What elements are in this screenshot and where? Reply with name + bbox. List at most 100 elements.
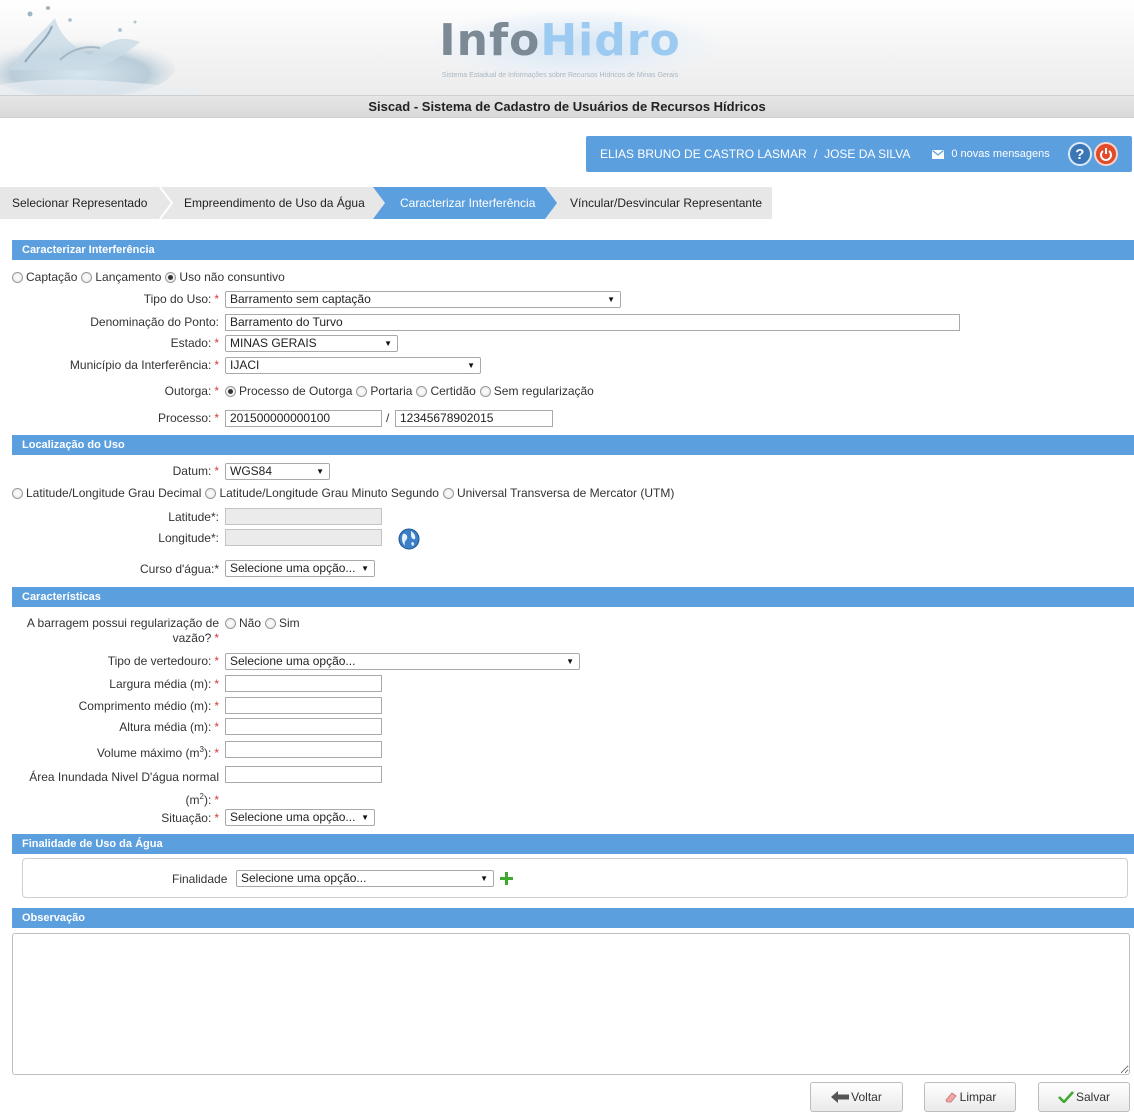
radio-processo-outorga[interactable] <box>225 385 236 397</box>
situacao-select[interactable]: Selecione uma opção... ▼ <box>225 809 375 826</box>
municipio-label: Município da Interferência: * <box>69 358 219 372</box>
comprimento-input[interactable] <box>225 697 382 714</box>
curso-dagua-select[interactable]: Selecione uma opção... ▼ <box>225 560 375 577</box>
limpar-button[interactable]: Limpar <box>924 1082 1016 1112</box>
arrow-left-icon <box>831 1091 850 1103</box>
eraser-icon <box>944 1091 958 1103</box>
tab-vincular-representante[interactable]: Víncular/Desvincular Representante <box>548 187 762 219</box>
outorga-group: Processo de Outorga Portaria Certidão Se… <box>225 384 598 398</box>
radio-utm[interactable] <box>442 487 454 499</box>
radio-grau-decimal[interactable] <box>12 487 23 499</box>
largura-label: Largura média (m): * <box>109 677 219 691</box>
radio-certidao[interactable] <box>416 385 428 397</box>
altura-label: Altura média (m): * <box>119 720 219 734</box>
radio-regularizacao-sim-label: Sim <box>279 616 300 630</box>
area-inundada-label: Área Inundada Nivel D'água normal (m2): * <box>29 770 219 807</box>
volume-label: Volume máximo (m3): * <box>96 745 219 760</box>
municipio-select[interactable]: IJACI ▼ <box>225 357 481 374</box>
user-bar: ELIAS BRUNO DE CASTRO LASMAR / JOSE DA S… <box>586 136 1132 172</box>
section-caracterizar-interferencia: Caracterizar Interferência <box>12 240 1134 260</box>
water-splash-image <box>0 6 200 100</box>
volume-input[interactable] <box>225 741 382 758</box>
voltar-button[interactable]: Voltar <box>810 1082 903 1112</box>
tab-empreendimento[interactable]: Empreendimento de Uso da Água <box>162 187 365 219</box>
radio-lancamento-label: Lançamento <box>95 270 162 284</box>
datum-label: Datum: * <box>172 464 219 478</box>
radio-grau-minuto-segundo[interactable] <box>205 487 217 499</box>
radio-captacao[interactable] <box>12 271 23 283</box>
site-header: InfoHidro Sistema Estadual de Informaçõe… <box>0 0 1134 118</box>
latitude-input[interactable] <box>225 508 382 525</box>
processo-number-input[interactable]: 201500000000100 <box>225 410 382 427</box>
denominacao-label: Denominação do Ponto: <box>90 315 219 329</box>
add-finalidade-plus-icon[interactable] <box>500 872 513 888</box>
outorga-label: Outorga: * <box>164 384 219 398</box>
envelope-icon[interactable] <box>932 149 945 159</box>
user-name: ELIAS BRUNO DE CASTRO LASMAR <box>600 147 807 161</box>
longitude-label: Longitude*: <box>158 531 219 545</box>
section-finalidade: Finalidade de Uso da Água <box>12 834 1134 854</box>
regularizacao-label: A barragem possui regularização de vazão… <box>26 616 219 645</box>
chevron-down-icon: ▼ <box>607 295 615 304</box>
datum-select[interactable]: WGS84 ▼ <box>225 463 330 480</box>
chevron-down-icon: ▼ <box>467 361 475 370</box>
processo-year-input[interactable]: 12345678902015 <box>395 410 553 427</box>
representative-name: JOSE DA SILVA <box>824 147 911 161</box>
finalidade-select[interactable]: Selecione uma opção... ▼ <box>236 870 494 887</box>
radio-lancamento[interactable] <box>81 271 93 283</box>
radio-utm-label: Universal Transversa de Mercator (UTM) <box>456 486 675 500</box>
radio-sem-regularizacao[interactable] <box>479 385 491 397</box>
observacao-textarea[interactable] <box>12 933 1130 1075</box>
logout-power-icon[interactable] <box>1093 142 1118 166</box>
voltar-button-label: Voltar <box>851 1090 882 1104</box>
altura-input[interactable] <box>225 718 382 735</box>
tipo-uso-label: Tipo do Uso: * <box>143 292 219 306</box>
estado-select[interactable]: MINAS GERAIS ▼ <box>225 335 398 352</box>
logo-text-info: Info <box>439 15 541 66</box>
messages-link[interactable]: 0 novas mensagens <box>951 148 1049 160</box>
logo-text-hidro: Hidro <box>540 15 681 66</box>
latitude-label: Latitude*: <box>168 510 219 524</box>
vertedouro-select[interactable]: Selecione uma opção... ▼ <box>225 653 580 670</box>
area-inundada-input[interactable] <box>225 766 382 783</box>
situacao-label: Situação: * <box>161 811 219 825</box>
wizard-tabs: Selecionar Representado Empreendimento d… <box>0 187 780 219</box>
globe-map-icon[interactable] <box>398 528 420 553</box>
chevron-down-icon: ▼ <box>384 339 392 348</box>
chevron-down-icon: ▼ <box>361 564 369 573</box>
tab-caracterizar-interferencia[interactable]: Caracterizar Interferência <box>378 187 535 219</box>
curso-dagua-label: Curso d'água:* <box>139 562 219 576</box>
section-observacao: Observação <box>12 908 1134 928</box>
radio-processo-outorga-label: Processo de Outorga <box>239 384 353 398</box>
radio-sem-regularizacao-label: Sem regularização <box>493 384 594 398</box>
radio-portaria-label: Portaria <box>370 384 413 398</box>
radio-captacao-label: Captação <box>26 270 78 284</box>
tipo-uso-select[interactable]: Barramento sem captação ▼ <box>225 291 621 308</box>
interference-type-group: Captação Lançamento Uso não consuntivo <box>12 270 289 284</box>
chevron-down-icon: ▼ <box>566 657 574 666</box>
salvar-button-label: Salvar <box>1075 1090 1110 1104</box>
salvar-button[interactable]: Salvar <box>1038 1082 1130 1112</box>
largura-input[interactable] <box>225 675 382 692</box>
radio-certidao-label: Certidão <box>430 384 476 398</box>
radio-regularizacao-sim[interactable] <box>265 617 277 629</box>
radio-grau-decimal-label: Latitude/Longitude Grau Decimal <box>26 486 202 500</box>
estado-label: Estado: * <box>170 336 219 350</box>
radio-regularizacao-nao-label: Não <box>239 616 262 630</box>
tab-selecionar-representado[interactable]: Selecionar Representado <box>0 187 147 219</box>
vertedouro-label: Tipo de vertedouro: * <box>107 654 219 668</box>
section-caracteristicas: Características <box>12 587 1134 607</box>
radio-grau-minuto-segundo-label: Latitude/Longitude Grau Minuto Segundo <box>219 486 439 500</box>
radio-regularizacao-nao[interactable] <box>225 617 236 629</box>
chevron-down-icon: ▼ <box>480 874 488 883</box>
help-icon[interactable]: ? <box>1067 142 1092 166</box>
user-separator: / <box>813 147 818 161</box>
radio-uso-nao-consuntivo[interactable] <box>165 271 177 283</box>
radio-portaria[interactable] <box>356 385 368 397</box>
checkmark-icon <box>1058 1091 1074 1103</box>
regularizacao-group: Não Sim <box>225 616 304 630</box>
chevron-down-icon: ▼ <box>316 467 324 476</box>
denominacao-input[interactable]: Barramento do Turvo <box>225 314 960 331</box>
longitude-input[interactable] <box>225 529 382 546</box>
finalidade-label: Finalidade <box>172 872 228 886</box>
